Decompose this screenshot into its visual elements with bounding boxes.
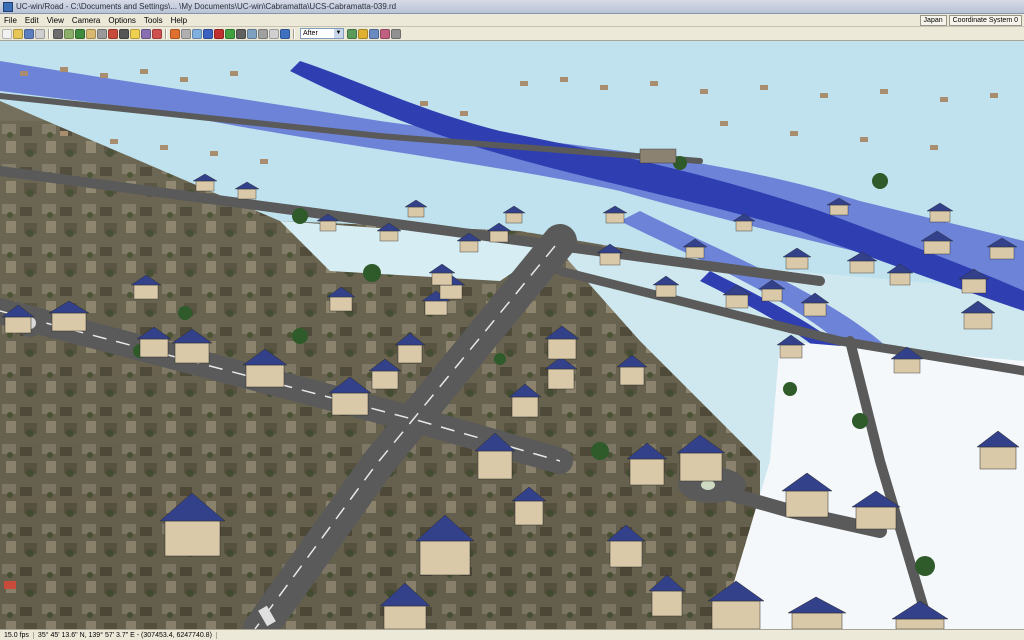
tree-icon[interactable] — [75, 28, 85, 39]
tree — [915, 556, 935, 576]
open-file-icon[interactable] — [13, 28, 23, 39]
toolbar: After ▼ — [0, 27, 1024, 41]
3d-viewport[interactable] — [0, 41, 1024, 629]
cul-de-sac-island — [701, 480, 715, 490]
flag-icon[interactable] — [152, 28, 162, 39]
intersection-icon[interactable] — [97, 28, 107, 39]
new-file-icon[interactable] — [2, 28, 12, 39]
menu-help[interactable]: Help — [167, 16, 191, 25]
scenario-select[interactable]: After ▼ — [300, 28, 344, 39]
move-icon[interactable] — [258, 28, 268, 39]
scene-canvas — [0, 41, 1024, 629]
sky-icon[interactable] — [192, 28, 202, 39]
scenario-select-value: After — [303, 30, 318, 37]
chevron-down-icon: ▼ — [334, 29, 343, 38]
play-icon[interactable] — [225, 28, 235, 39]
camera-icon[interactable] — [119, 28, 129, 39]
coordinate-readout: 35° 45' 13.6" N, 139° 57' 3.7" E - (3074… — [34, 631, 217, 639]
region-button[interactable]: Japan — [919, 14, 947, 26]
car-icon[interactable] — [108, 28, 118, 39]
tree — [852, 413, 868, 429]
rotate-icon[interactable] — [247, 28, 257, 39]
view-icon[interactable] — [269, 28, 279, 39]
record-icon[interactable] — [214, 28, 224, 39]
toolbar-separator — [165, 28, 167, 39]
menu-file[interactable]: File — [0, 16, 21, 25]
menu-options[interactable]: Options — [104, 16, 140, 25]
tree — [591, 442, 609, 460]
save-icon[interactable] — [24, 28, 34, 39]
water-icon[interactable] — [203, 28, 213, 39]
toolbar-separator — [293, 28, 295, 39]
play-forward-icon[interactable] — [358, 28, 368, 39]
sign-icon[interactable] — [170, 28, 180, 39]
menu-camera[interactable]: Camera — [68, 16, 104, 25]
2d-view-icon[interactable] — [391, 28, 401, 39]
tree — [363, 264, 381, 282]
title-bar: UC-win/Road - C:\Documents and Settings\… — [0, 0, 1024, 14]
light-icon[interactable] — [130, 28, 140, 39]
car — [4, 581, 16, 589]
print-icon[interactable] — [35, 28, 45, 39]
toolbar-separator — [48, 28, 50, 39]
app-icon — [3, 1, 13, 12]
tree — [783, 382, 797, 396]
menu-tools[interactable]: Tools — [140, 16, 167, 25]
stop-icon[interactable] — [236, 28, 246, 39]
tree — [292, 328, 308, 344]
fps-readout: 15.0 fps — [0, 631, 34, 639]
tree — [494, 353, 506, 365]
tree — [872, 173, 888, 189]
menu-edit[interactable]: Edit — [21, 16, 43, 25]
tree — [178, 306, 192, 320]
house — [639, 148, 677, 164]
scenario-icon[interactable] — [141, 28, 151, 39]
status-bar: 15.0 fps 35° 45' 13.6" N, 139° 57' 3.7" … — [0, 629, 1024, 640]
terrain-icon[interactable] — [64, 28, 74, 39]
grid-icon[interactable] — [181, 28, 191, 39]
menu-bar: File Edit View Camera Options Tools Help… — [0, 14, 1024, 27]
rain-icon[interactable] — [369, 28, 379, 39]
menu-view[interactable]: View — [43, 16, 68, 25]
wireframe-icon[interactable] — [380, 28, 390, 39]
window-title: UC-win/Road - C:\Documents and Settings\… — [16, 2, 397, 11]
road-icon[interactable] — [53, 28, 63, 39]
help-icon[interactable] — [280, 28, 290, 39]
coordinate-system-button[interactable]: Coordinate System 0 — [948, 14, 1022, 26]
pause-icon[interactable] — [347, 28, 357, 39]
tree — [292, 208, 308, 224]
road-edit-icon[interactable] — [86, 28, 96, 39]
